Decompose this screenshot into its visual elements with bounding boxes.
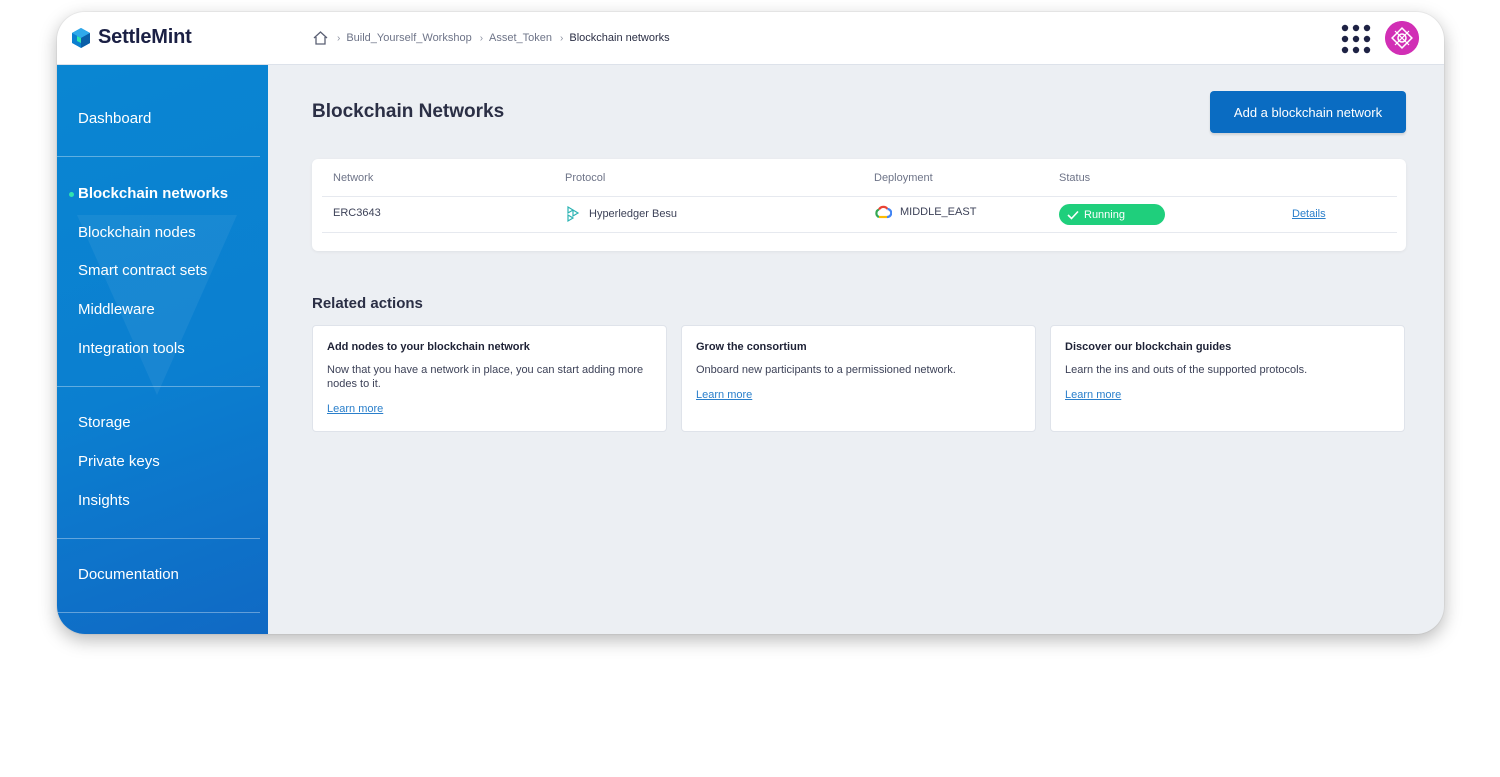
card-title: Grow the consortium <box>696 341 807 353</box>
sidebar-item-dashboard[interactable]: Dashboard <box>78 110 151 127</box>
related-actions-heading: Related actions <box>312 295 423 312</box>
sidebar-divider <box>57 156 260 157</box>
column-header-status: Status <box>1059 172 1091 184</box>
learn-more-link[interactable]: Learn more <box>327 403 383 415</box>
column-header-deployment: Deployment <box>874 172 933 184</box>
related-action-card: Discover our blockchain guides Learn the… <box>1050 325 1405 432</box>
sidebar-divider <box>57 612 260 613</box>
breadcrumb-application[interactable]: Asset_Token <box>489 32 552 44</box>
sidebar-item-blockchain-nodes[interactable]: Blockchain nodes <box>78 224 196 241</box>
breadcrumb: › Build_Yourself_Workshop › Asset_Token … <box>312 30 678 46</box>
details-link[interactable]: Details <box>1292 208 1326 220</box>
protocol-name: Hyperledger Besu <box>589 208 678 220</box>
sidebar-item-middleware[interactable]: Middleware <box>78 301 155 318</box>
learn-more-link[interactable]: Learn more <box>1065 389 1121 401</box>
sidebar: Dashboard Blockchain networks Blockchain… <box>57 65 268 634</box>
related-action-card: Grow the consortium Onboard new particip… <box>681 325 1036 432</box>
chevron-right-icon: › <box>479 32 484 44</box>
networks-table: Network Protocol Deployment Status ERC36… <box>312 159 1406 251</box>
sidebar-item-blockchain-networks[interactable]: Blockchain networks <box>78 185 228 202</box>
google-cloud-icon <box>875 205 892 219</box>
card-description: Learn the ins and outs of the supported … <box>1065 364 1308 376</box>
breadcrumb-workspace[interactable]: Build_Yourself_Workshop <box>346 32 471 44</box>
card-description: Now that you have a network in place, yo… <box>327 364 644 390</box>
sidebar-item-integration-tools[interactable]: Integration tools <box>78 340 185 357</box>
hyperledger-besu-icon <box>567 205 580 223</box>
column-header-protocol: Protocol <box>565 172 606 184</box>
card-title: Discover our blockchain guides <box>1065 341 1232 353</box>
apps-grid-icon[interactable] <box>1341 24 1371 54</box>
status-label: Running <box>1084 208 1125 221</box>
active-indicator <box>69 192 74 197</box>
sidebar-divider <box>57 386 260 387</box>
sidebar-item-private-keys[interactable]: Private keys <box>78 453 160 470</box>
sidebar-item-documentation[interactable]: Documentation <box>78 566 179 583</box>
add-blockchain-network-button[interactable]: Add a blockchain network <box>1210 91 1406 133</box>
page-title: Blockchain Networks <box>312 101 505 122</box>
status-badge: Running <box>1059 204 1165 225</box>
app-window: SettleMint › Build_Yourself_Workshop › A… <box>57 12 1444 634</box>
table-divider <box>322 232 1397 233</box>
avatar[interactable] <box>1385 21 1419 55</box>
settlemint-logo-icon <box>72 27 90 48</box>
cell-protocol: Hyperledger Besu <box>565 205 677 223</box>
sidebar-item-smart-contract-sets[interactable]: Smart contract sets <box>78 262 207 279</box>
chevron-right-icon: › <box>337 32 341 44</box>
top-bar: SettleMint › Build_Yourself_Workshop › A… <box>57 12 1444 65</box>
deployment-region: MIDDLE_EAST <box>900 206 977 218</box>
home-icon[interactable] <box>312 30 329 46</box>
card-description: Onboard new participants to a permission… <box>696 364 956 376</box>
brand-logo[interactable]: SettleMint <box>71 26 192 49</box>
brand-name: SettleMint <box>98 26 192 48</box>
sidebar-item-storage[interactable]: Storage <box>78 414 131 431</box>
related-action-card: Add nodes to your blockchain network Now… <box>312 325 667 432</box>
cell-deployment: MIDDLE_EAST <box>874 205 976 219</box>
learn-more-link[interactable]: Learn more <box>696 389 752 401</box>
table-divider <box>322 196 1397 197</box>
chevron-right-icon: › <box>560 32 564 44</box>
card-title: Add nodes to your blockchain network <box>327 341 530 353</box>
sidebar-item-insights[interactable]: Insights <box>78 492 130 509</box>
check-icon <box>1067 210 1079 220</box>
cell-network[interactable]: ERC3643 <box>333 207 381 219</box>
sidebar-divider <box>57 538 260 539</box>
column-header-network: Network <box>333 172 374 184</box>
breadcrumb-current: Blockchain networks <box>569 32 670 44</box>
